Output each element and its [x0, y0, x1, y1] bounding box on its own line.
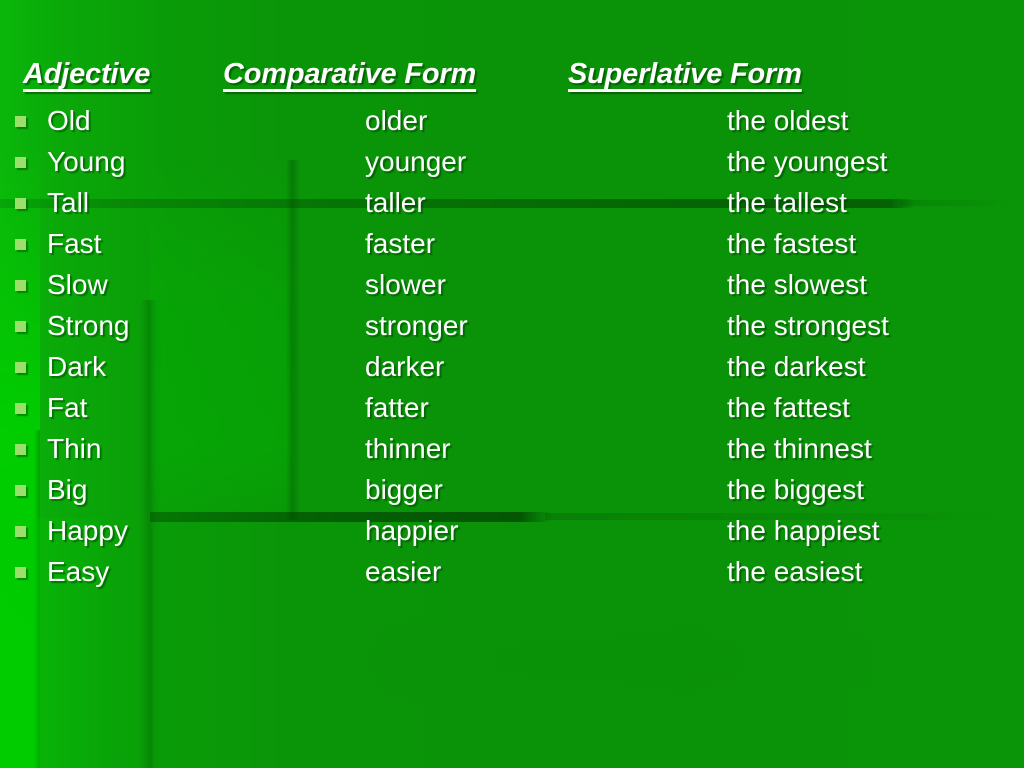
cell-superlative: the slowest	[727, 269, 868, 300]
table-row: Old older the oldest	[0, 103, 1024, 144]
table-row: Happy happier the happiest	[0, 513, 1024, 554]
cell-comparative: faster	[365, 228, 436, 259]
cell-superlative: the happiest	[727, 515, 880, 546]
square-bullet-icon	[15, 198, 26, 209]
square-bullet-icon	[15, 239, 26, 250]
cell-comparative: bigger	[365, 474, 443, 505]
cell-superlative: the youngest	[727, 146, 888, 177]
cell-adjective: Slow	[47, 269, 108, 300]
square-bullet-icon	[15, 362, 26, 373]
table-row: Tall taller the tallest	[0, 185, 1024, 226]
square-bullet-icon	[15, 116, 26, 127]
cell-comparative: fatter	[365, 392, 429, 423]
column-header-superlative: Superlative Form	[568, 58, 802, 90]
cell-superlative: the strongest	[727, 310, 889, 341]
cell-comparative: easier	[365, 556, 442, 587]
table-row: Thin thinner the thinnest	[0, 431, 1024, 472]
column-header-comparative: Comparative Form	[223, 58, 477, 90]
square-bullet-icon	[15, 567, 26, 578]
column-header-adjective: Adjective	[23, 58, 151, 90]
cell-superlative: the fastest	[727, 228, 857, 259]
cell-comparative: stronger	[365, 310, 468, 341]
table-row: Strong stronger the strongest	[0, 308, 1024, 349]
table-row: Fat fatter the fattest	[0, 390, 1024, 431]
square-bullet-icon	[15, 157, 26, 168]
cell-superlative: the biggest	[727, 474, 864, 505]
cell-adjective: Thin	[47, 433, 102, 464]
slide-content: Adjective Comparative Form Superlative For…	[0, 0, 1024, 768]
square-bullet-icon	[15, 403, 26, 414]
cell-adjective: Easy	[47, 556, 110, 587]
square-bullet-icon	[15, 526, 26, 537]
cell-superlative: the thinnest	[727, 433, 872, 464]
cell-comparative: younger	[365, 146, 467, 177]
table-row: Dark darker the darkest	[0, 349, 1024, 390]
square-bullet-icon	[15, 485, 26, 496]
cell-superlative: the easiest	[727, 556, 863, 587]
slide-canvas: Adjective Comparative Form Superlative For…	[0, 0, 1024, 768]
cell-comparative: slower	[365, 269, 446, 300]
cell-comparative: older	[365, 105, 428, 136]
cell-adjective: Strong	[47, 310, 130, 341]
cell-comparative: taller	[365, 187, 426, 218]
adjective-table-body: Old older the oldest Young younger the y…	[0, 103, 1024, 595]
cell-adjective: Big	[47, 474, 88, 505]
cell-adjective: Tall	[47, 187, 90, 218]
table-row: Easy easier the easiest	[0, 554, 1024, 595]
cell-comparative: happier	[365, 515, 459, 546]
square-bullet-icon	[15, 321, 26, 332]
cell-comparative: darker	[365, 351, 445, 382]
cell-comparative: thinner	[365, 433, 451, 464]
cell-adjective: Old	[47, 105, 91, 136]
cell-adjective: Fat	[47, 392, 88, 423]
table-row: Young younger the youngest	[0, 144, 1024, 185]
table-header-row: Adjective Comparative Form Superlative For…	[23, 58, 923, 98]
cell-superlative: the darkest	[727, 351, 866, 382]
table-row: Slow slower the slowest	[0, 267, 1024, 308]
cell-superlative: the oldest	[727, 105, 849, 136]
square-bullet-icon	[15, 444, 26, 455]
cell-adjective: Young	[47, 146, 126, 177]
square-bullet-icon	[15, 280, 26, 291]
cell-adjective: Dark	[47, 351, 107, 382]
cell-adjective: Happy	[47, 515, 128, 546]
table-row: Fast faster the fastest	[0, 226, 1024, 267]
table-row: Big bigger the biggest	[0, 472, 1024, 513]
cell-superlative: the tallest	[727, 187, 847, 218]
cell-superlative: the fattest	[727, 392, 850, 423]
cell-adjective: Fast	[47, 228, 102, 259]
